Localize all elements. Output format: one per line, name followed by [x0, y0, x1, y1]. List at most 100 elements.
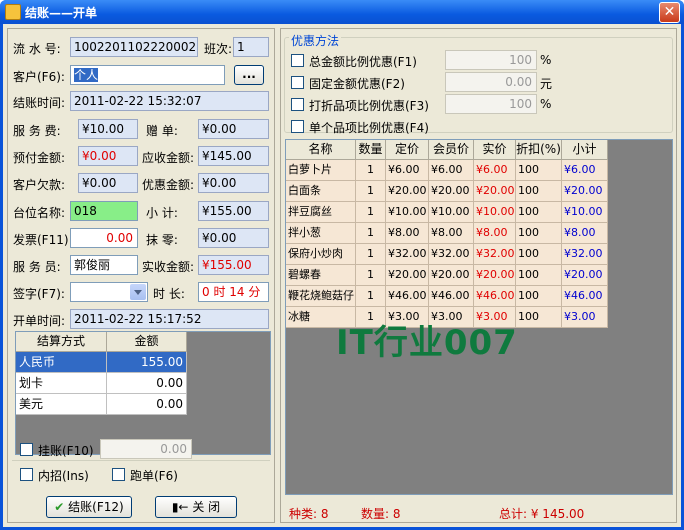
discount-fixed-label: 固定金额优惠(F2) [309, 77, 405, 91]
serial-field: 1002201102220002 [70, 37, 198, 57]
item-price-cell[interactable]: ¥10.00 [386, 202, 429, 223]
item-actual-price-cell[interactable]: ¥10.00 [474, 202, 516, 223]
item-discount-cell[interactable]: 100 [516, 160, 562, 181]
payment-amount-cell[interactable]: 155.00 [107, 352, 187, 373]
receivable-label: 应收金额: [142, 151, 195, 165]
discount-total-ratio-checkbox[interactable] [291, 54, 304, 67]
discount-fixed-checkbox[interactable] [291, 76, 304, 89]
item-name-cell[interactable]: 保府小炒肉 [286, 244, 356, 265]
item-subtotal-cell[interactable]: ¥46.00 [562, 286, 608, 307]
item-qty-cell[interactable]: 1 [356, 223, 386, 244]
item-actual-price-cell[interactable]: ¥20.00 [474, 181, 516, 202]
item-qty-cell[interactable]: 1 [356, 265, 386, 286]
sign-combo[interactable] [70, 282, 148, 302]
item-subtotal-cell[interactable]: ¥32.00 [562, 244, 608, 265]
payment-header-amount[interactable]: 金额 [107, 332, 187, 352]
item-discount-cell[interactable]: 100 [516, 286, 562, 307]
payment-method-cell[interactable]: 人民币 [16, 352, 107, 373]
item-qty-cell[interactable]: 1 [356, 160, 386, 181]
items-header-subtotal[interactable]: 小计 [562, 140, 608, 160]
item-price-cell[interactable]: ¥6.00 [386, 160, 429, 181]
discount-single-item-checkbox[interactable] [291, 120, 304, 133]
item-discount-cell[interactable]: 100 [516, 223, 562, 244]
item-subtotal-cell[interactable]: ¥10.00 [562, 202, 608, 223]
item-member-price-cell[interactable]: ¥20.00 [429, 265, 474, 286]
payment-header-method[interactable]: 结算方式 [16, 332, 107, 352]
item-qty-cell[interactable]: 1 [356, 244, 386, 265]
item-price-cell[interactable]: ¥32.00 [386, 244, 429, 265]
payment-method-cell[interactable]: 划卡 [16, 373, 107, 394]
open-time-field: 2011-02-22 15:17:52 [70, 309, 269, 329]
subtotal-label: 小 计: [146, 206, 178, 220]
item-subtotal-cell[interactable]: ¥20.00 [562, 181, 608, 202]
close-button[interactable]: ▮← 关 闭 [155, 496, 237, 518]
item-discount-cell[interactable]: 100 [516, 244, 562, 265]
checkout-button[interactable]: ✔ 结账(F12) [46, 496, 132, 518]
payment-amount-cell[interactable]: 0.00 [107, 394, 187, 415]
item-member-price-cell[interactable]: ¥8.00 [429, 223, 474, 244]
item-name-cell[interactable]: 白面条 [286, 181, 356, 202]
app-icon [5, 4, 21, 20]
item-discount-cell[interactable]: 100 [516, 181, 562, 202]
item-name-cell[interactable]: 鞭花烧鲍菇仔 [286, 286, 356, 307]
item-qty-cell[interactable]: 1 [356, 202, 386, 223]
customer-lookup-button[interactable]: ... [234, 65, 264, 85]
item-member-price-cell[interactable]: ¥32.00 [429, 244, 474, 265]
invoice-label: 发票(F11) [13, 233, 69, 247]
item-price-cell[interactable]: ¥20.00 [386, 181, 429, 202]
items-header-name[interactable]: 名称 [286, 140, 356, 160]
service-fee-field[interactable]: ¥10.00 [78, 119, 138, 139]
runaway-checkbox[interactable] [112, 468, 125, 481]
customer-value: 个人 [74, 68, 99, 82]
waiter-input[interactable]: 郭俊丽 [70, 255, 138, 275]
invoice-input[interactable]: 0.00 [70, 228, 138, 248]
discount-total-ratio-unit: % [540, 53, 552, 67]
item-member-price-cell[interactable]: ¥46.00 [429, 286, 474, 307]
item-subtotal-cell[interactable]: ¥20.00 [562, 265, 608, 286]
item-name-cell[interactable]: 拌豆腐丝 [286, 202, 356, 223]
items-header-member-price[interactable]: 会员价 [429, 140, 474, 160]
table-label: 台位名称: [13, 206, 66, 220]
payment-grid[interactable]: 结算方式 金额 人民币 155.00 划卡 0.00 美元 0.00 [15, 331, 271, 455]
item-qty-cell[interactable]: 1 [356, 286, 386, 307]
items-header-price[interactable]: 定价 [386, 140, 429, 160]
item-discount-cell[interactable]: 100 [516, 307, 562, 328]
item-price-cell[interactable]: ¥46.00 [386, 286, 429, 307]
customer-label: 客户(F6): [13, 70, 65, 84]
items-header-qty[interactable]: 数量 [356, 140, 386, 160]
title-bar[interactable]: 结账——开单 ✕ [0, 0, 684, 24]
item-discount-cell[interactable]: 100 [516, 265, 562, 286]
item-name-cell[interactable]: 碧螺春 [286, 265, 356, 286]
item-discount-cell[interactable]: 100 [516, 202, 562, 223]
item-member-price-cell[interactable]: ¥10.00 [429, 202, 474, 223]
payment-amount-cell[interactable]: 0.00 [107, 373, 187, 394]
hang-amount-field: 0.00 [100, 439, 192, 459]
item-actual-price-cell[interactable]: ¥20.00 [474, 265, 516, 286]
item-actual-price-cell[interactable]: ¥32.00 [474, 244, 516, 265]
items-header-actual-price[interactable]: 实价 [474, 140, 516, 160]
close-window-button[interactable]: ✕ [659, 2, 680, 23]
item-price-cell[interactable]: ¥20.00 [386, 265, 429, 286]
payment-method-cell[interactable]: 美元 [16, 394, 107, 415]
item-subtotal-cell[interactable]: ¥6.00 [562, 160, 608, 181]
item-member-price-cell[interactable]: ¥6.00 [429, 160, 474, 181]
item-subtotal-cell[interactable]: ¥3.00 [562, 307, 608, 328]
item-subtotal-cell[interactable]: ¥8.00 [562, 223, 608, 244]
item-name-cell[interactable]: 拌小葱 [286, 223, 356, 244]
internal-checkbox[interactable] [20, 468, 33, 481]
hang-checkbox[interactable] [20, 443, 33, 456]
table-field[interactable]: 018 [70, 201, 138, 221]
item-actual-price-cell[interactable]: ¥46.00 [474, 286, 516, 307]
items-header-discount[interactable]: 折扣(%) [516, 140, 562, 160]
item-actual-price-cell[interactable]: ¥6.00 [474, 160, 516, 181]
item-price-cell[interactable]: ¥8.00 [386, 223, 429, 244]
customer-input[interactable]: 个人 [70, 65, 225, 85]
item-qty-cell[interactable]: 1 [356, 181, 386, 202]
discount-amount-label: 优惠金额: [142, 178, 195, 192]
chevron-down-icon[interactable] [130, 284, 146, 300]
discount-item-ratio-field: 100 [445, 94, 537, 114]
item-member-price-cell[interactable]: ¥20.00 [429, 181, 474, 202]
item-actual-price-cell[interactable]: ¥8.00 [474, 223, 516, 244]
discount-item-ratio-checkbox[interactable] [291, 98, 304, 111]
item-name-cell[interactable]: 白萝卜片 [286, 160, 356, 181]
